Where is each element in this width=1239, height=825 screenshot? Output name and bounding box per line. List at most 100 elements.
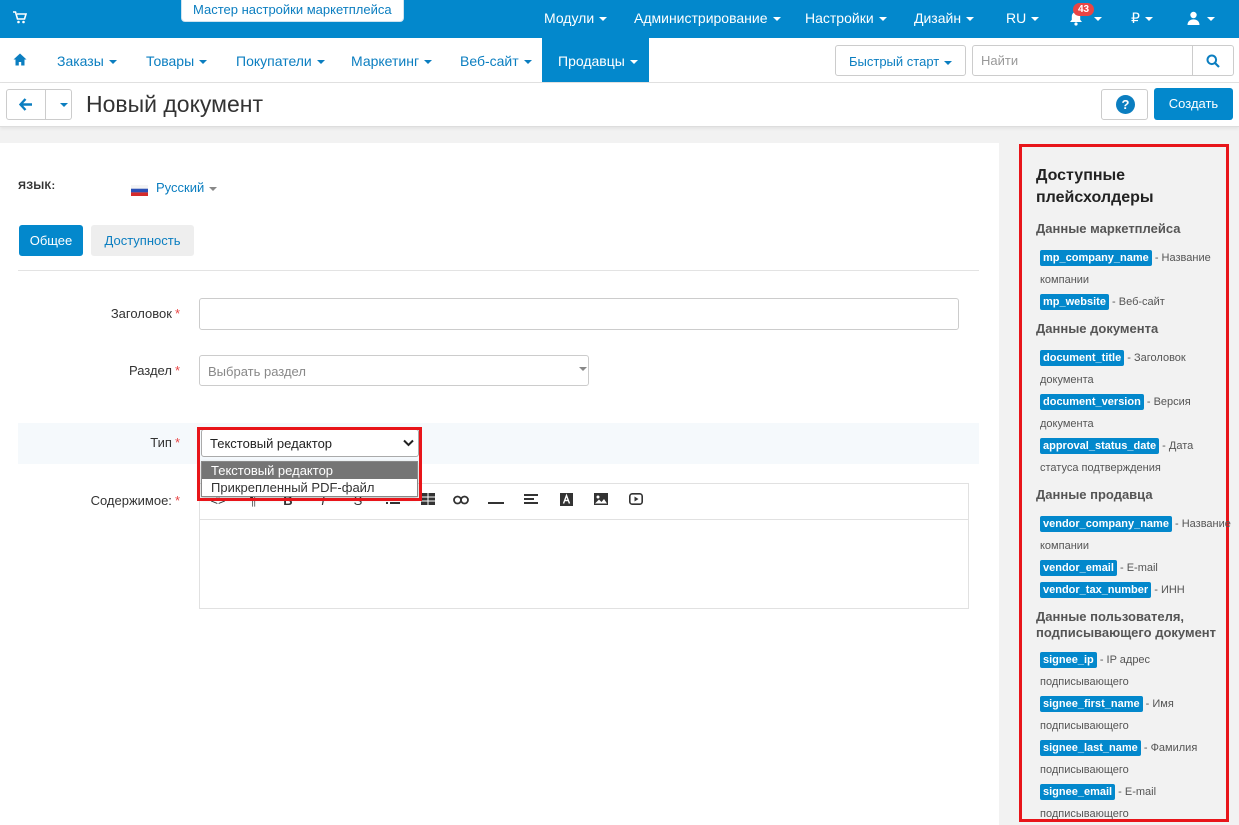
tab-availability[interactable]: Доступность [91, 225, 194, 256]
placeholder-item: approval_status_date - Дата [1040, 435, 1230, 457]
quick-start-label: Быстрый старт [849, 54, 940, 69]
placeholder-tag[interactable]: vendor_tax_number [1040, 582, 1152, 598]
placeholder-desc: - E-mail [1119, 562, 1158, 574]
marketplace-wizard-button[interactable]: Мастер настройки маркетплейса [181, 0, 404, 22]
main-navigation: Заказы Товары Покупатели Маркетинг Веб-с… [0, 38, 1239, 83]
caret-down-icon [1207, 17, 1215, 21]
placeholder-item: signee_ip - IP адрес [1040, 649, 1230, 671]
divider [18, 270, 979, 271]
placeholders-title: Доступные плейсхолдеры [1036, 167, 1154, 206]
type-field-label: Тип * [20, 435, 180, 450]
type-highlight-frame [197, 427, 422, 501]
placeholder-desc: - IP адрес [1099, 654, 1151, 666]
top-menu-modules[interactable]: Модули [544, 10, 608, 26]
top-menu-design[interactable]: Дизайн [914, 10, 975, 26]
top-menu-administration[interactable]: Администрирование [634, 10, 781, 26]
title-input[interactable] [199, 298, 959, 330]
cart-icon[interactable] [13, 11, 28, 27]
placeholder-desc-cont: компании [1040, 274, 1090, 286]
section-placeholder: Выбрать раздел [208, 364, 306, 379]
top-menu-language[interactable]: RU [1006, 10, 1040, 26]
caret-down-icon [878, 17, 887, 22]
align-icon[interactable] [521, 493, 541, 511]
content-editor[interactable] [199, 519, 969, 609]
caret-down-icon [60, 103, 68, 107]
language-value: Русский [156, 180, 205, 195]
nav-products[interactable]: Товары [146, 53, 208, 69]
placeholder-item: mp_company_name - Название [1040, 247, 1230, 269]
nav-website[interactable]: Веб-сайт [460, 53, 532, 69]
required-mark: * [174, 435, 180, 450]
caret-down-icon [199, 60, 208, 65]
caret-down-icon [209, 186, 218, 191]
placeholder-tag[interactable]: mp_website [1040, 294, 1109, 310]
help-button[interactable]: ? [1101, 89, 1148, 120]
placeholder-desc: - E-mail [1118, 786, 1157, 798]
caret-down-icon [579, 367, 587, 371]
top-menu-label: Администрирование [634, 10, 768, 26]
top-bar: Мастер настройки маркетплейса Модули Адм… [0, 0, 1239, 38]
language-selector[interactable]: Русский [156, 180, 218, 195]
placeholder-desc: - Название [1175, 518, 1231, 530]
caret-down-icon [424, 60, 433, 65]
placeholder-desc-cont: компании [1040, 540, 1090, 552]
currency-menu[interactable]: ₽ [1131, 10, 1153, 27]
caret-down-icon [772, 17, 781, 22]
help-icon: ? [1116, 95, 1135, 114]
placeholder-tag[interactable]: vendor_company_name [1040, 516, 1172, 532]
search-button[interactable] [1192, 45, 1234, 76]
label-text: Содержимое: [90, 493, 172, 508]
placeholder-tag[interactable]: document_version [1040, 394, 1144, 410]
home-icon[interactable] [13, 53, 27, 71]
text-color-icon[interactable] [556, 493, 576, 511]
top-menu-settings[interactable]: Настройки [805, 10, 887, 26]
top-menu-label: Настройки [805, 10, 874, 26]
label-text: Тип [150, 435, 172, 450]
link-icon[interactable] [451, 493, 471, 511]
label-text: Заголовок [110, 306, 172, 321]
placeholder-desc: - Версия [1146, 396, 1191, 408]
caret-down-icon [316, 60, 325, 65]
currency-label: ₽ [1131, 10, 1140, 26]
placeholder-item: signee_last_name - Фамилия [1040, 737, 1230, 759]
placeholder-tag[interactable]: document_title [1040, 350, 1125, 366]
back-button[interactable] [6, 89, 46, 120]
placeholder-tag[interactable]: signee_email [1040, 784, 1116, 800]
placeholder-desc: - Название [1154, 252, 1211, 264]
user-icon[interactable] [1187, 11, 1200, 30]
nav-vendors[interactable]: Продавцы [542, 38, 649, 82]
caret-down-icon [944, 60, 953, 65]
video-icon[interactable] [626, 493, 646, 511]
nav-marketing[interactable]: Маркетинг [351, 53, 433, 69]
placeholder-desc: - Веб-сайт [1112, 296, 1165, 308]
nav-label: Маркетинг [351, 53, 420, 69]
caret-down-icon [1094, 17, 1102, 21]
nav-customers[interactable]: Покупатели [236, 53, 325, 69]
placeholder-item: vendor_tax_number - ИНН [1040, 579, 1230, 601]
nav-label: Покупатели [236, 53, 312, 69]
back-dropdown-button[interactable] [45, 89, 72, 120]
placeholder-tag[interactable]: mp_company_name [1040, 250, 1152, 266]
placeholder-tag[interactable]: vendor_email [1040, 560, 1117, 576]
group-title: Данные маркетплейса [1036, 221, 1181, 236]
placeholder-item: document_version - Версия [1040, 391, 1230, 413]
placeholder-tag[interactable]: signee_first_name [1040, 696, 1143, 712]
section-select[interactable]: Выбрать раздел [199, 355, 589, 386]
horizontal-rule-icon[interactable] [486, 493, 506, 511]
title-bar: Новый документ ? Создать [0, 83, 1239, 127]
group-title: Данные продавца [1036, 487, 1153, 502]
content-field-label: Содержимое: * [20, 493, 180, 508]
required-mark: * [174, 363, 180, 378]
placeholder-tag[interactable]: approval_status_date [1040, 438, 1160, 454]
nav-orders[interactable]: Заказы [57, 53, 117, 69]
create-button[interactable]: Создать [1154, 88, 1233, 120]
placeholder-item: signee_email - E-mail [1040, 781, 1230, 803]
placeholder-tag[interactable]: signee_ip [1040, 652, 1097, 668]
image-icon[interactable] [591, 493, 611, 511]
tab-general[interactable]: Общее [19, 225, 83, 256]
quick-start-button[interactable]: Быстрый старт [835, 45, 966, 76]
placeholder-tag[interactable]: signee_last_name [1040, 740, 1141, 756]
search-input[interactable] [972, 45, 1194, 76]
caret-down-icon [523, 60, 532, 65]
placeholder-desc: - Заголовок [1127, 352, 1186, 364]
